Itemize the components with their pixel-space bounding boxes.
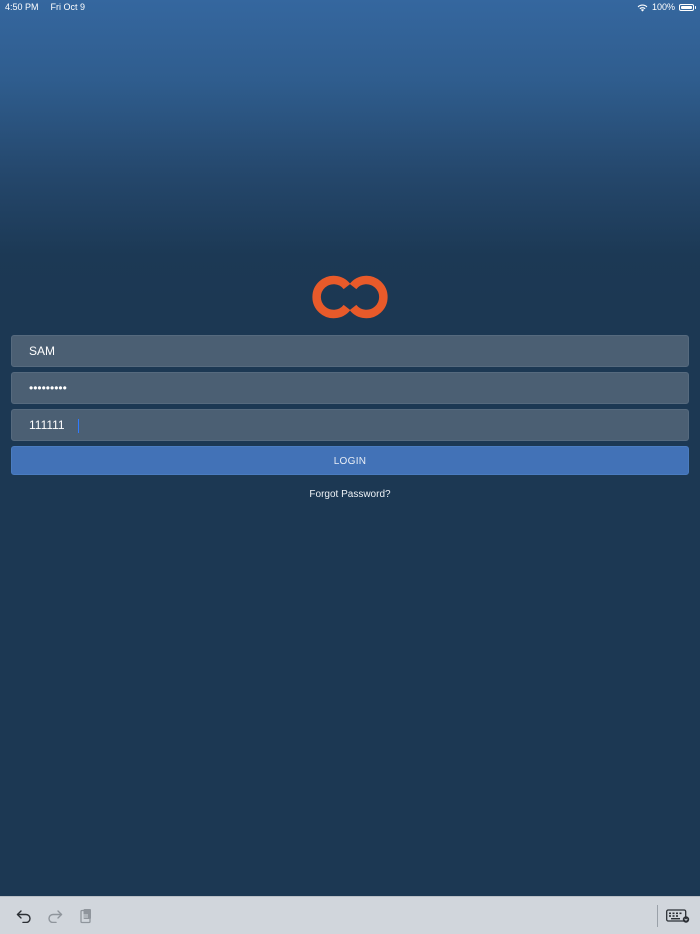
redo-icon	[48, 910, 63, 923]
status-time: 4:50 PM	[5, 2, 39, 12]
login-button[interactable]: LOGIN	[11, 446, 689, 475]
keyboard-shortcut-bar	[0, 896, 700, 934]
status-left: 4:50 PM Fri Oct 9	[5, 0, 85, 14]
redo-button[interactable]	[45, 906, 65, 926]
username-field[interactable]	[12, 336, 688, 366]
battery-icon	[679, 3, 696, 11]
brand-logo-icon	[312, 275, 388, 319]
code-field-container	[11, 409, 689, 441]
battery-percent: 100%	[651, 2, 675, 12]
login-form: LOGIN	[11, 335, 689, 475]
status-date: Fri Oct 9	[50, 2, 86, 12]
password-field-container	[11, 372, 689, 404]
password-field[interactable]	[12, 373, 688, 403]
status-bar: 4:50 PM Fri Oct 9 100%	[0, 0, 700, 14]
keyboard-dismiss-button[interactable]	[666, 906, 690, 926]
username-field-container	[11, 335, 689, 367]
keyboard-icon	[666, 909, 690, 923]
text-cursor	[78, 419, 79, 433]
forgot-password-link[interactable]: Forgot Password?	[0, 489, 700, 500]
code-field[interactable]	[12, 410, 688, 440]
paste-icon	[80, 909, 91, 924]
undo-icon	[16, 910, 31, 923]
undo-button[interactable]	[14, 906, 34, 926]
paste-button[interactable]	[76, 906, 96, 926]
wifi-icon	[637, 4, 648, 12]
shortcut-divider	[657, 905, 658, 927]
status-right: 100%	[637, 0, 696, 14]
